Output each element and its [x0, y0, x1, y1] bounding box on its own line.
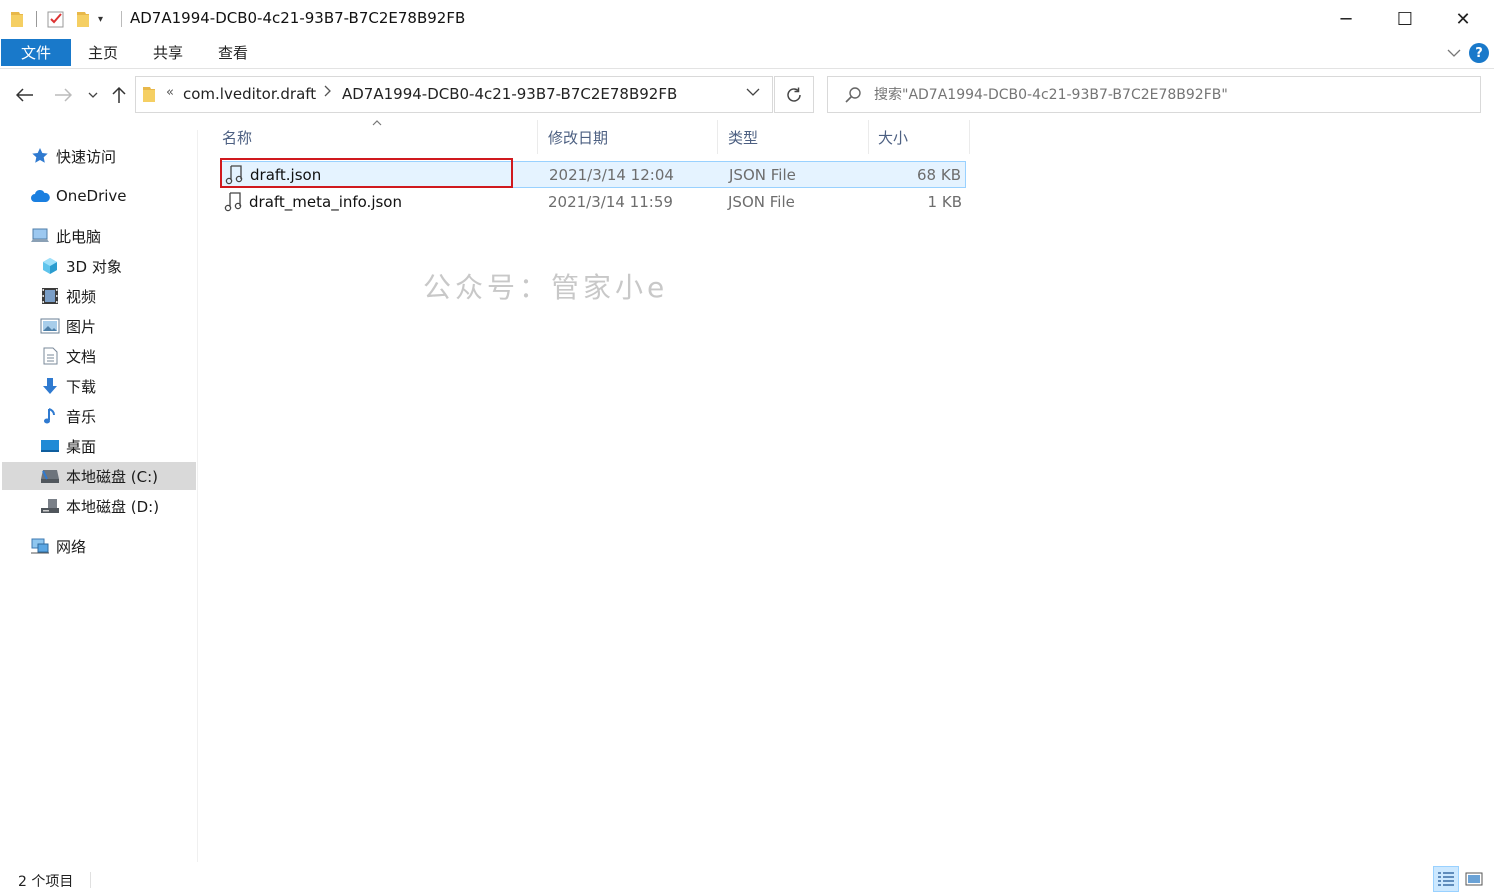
search-box[interactable] [827, 76, 1481, 113]
search-input[interactable] [874, 77, 1474, 112]
json-file-icon [224, 192, 242, 212]
nav-downloads[interactable]: 下载 [40, 372, 196, 400]
star-icon [30, 146, 50, 166]
document-icon [40, 346, 60, 366]
ribbon: 文件 主页 共享 查看 ? [0, 38, 1494, 69]
nav-label: 文档 [66, 347, 97, 366]
nav-quick-access[interactable]: 快速访问 [30, 142, 196, 170]
nav-local-disk-c[interactable]: 本地磁盘 (C:) [2, 462, 196, 490]
help-button[interactable]: ? [1469, 43, 1489, 63]
file-type: JSON File [728, 193, 795, 211]
column-header-date[interactable]: 修改日期 [542, 120, 718, 154]
nav-label: 网络 [56, 537, 87, 556]
cube-icon [40, 256, 60, 276]
file-size: 68 KB [917, 166, 961, 184]
search-icon [844, 86, 862, 104]
nav-label: 桌面 [66, 437, 97, 456]
breadcrumb-separator-icon[interactable] [324, 85, 332, 101]
properties-check-icon[interactable] [47, 8, 67, 30]
picture-icon [40, 316, 60, 336]
nav-onedrive[interactable]: OneDrive [30, 182, 196, 210]
annotation-highlight-box [220, 158, 513, 188]
nav-music[interactable]: 音乐 [40, 402, 196, 430]
nav-label: 图片 [66, 317, 97, 336]
breadcrumb-current-folder[interactable]: AD7A1994-DCB0-4c21-93B7-B7C2E78B92FB [342, 85, 677, 103]
nav-label: 视频 [66, 287, 97, 306]
file-name: draft_meta_info.json [249, 193, 402, 211]
up-arrow-icon[interactable] [106, 80, 132, 110]
expand-ribbon-chevron-icon[interactable] [1444, 43, 1464, 63]
address-folder-icon [142, 86, 156, 103]
nav-label: 此电脑 [56, 227, 102, 246]
title-divider [121, 11, 122, 27]
tab-share[interactable]: 共享 [142, 38, 194, 66]
address-bar[interactable]: « com.lveditor.draft AD7A1994-DCB0-4c21-… [135, 76, 773, 113]
nav-3d-objects[interactable]: 3D 对象 [40, 252, 196, 280]
file-type: JSON File [729, 166, 796, 184]
column-header-size[interactable]: 大小 [872, 120, 970, 154]
new-folder-icon[interactable] [76, 8, 92, 30]
cloud-icon [30, 186, 50, 206]
breadcrumb-overflow-icon[interactable]: « [166, 85, 174, 100]
window-title: AD7A1994-DCB0-4c21-93B7-B7C2E78B92FB [130, 9, 466, 27]
refresh-button[interactable] [774, 76, 814, 113]
customize-toolbar-dropdown-icon[interactable]: ▾ [98, 8, 112, 30]
breadcrumb-com-lveditor-draft[interactable]: com.lveditor.draft [183, 85, 316, 103]
nav-this-pc[interactable]: 此电脑 [30, 222, 196, 250]
tab-home[interactable]: 主页 [78, 38, 128, 66]
close-button[interactable]: ✕ [1434, 0, 1492, 38]
file-date: 2021/3/14 12:04 [549, 166, 674, 184]
refresh-icon [787, 87, 801, 102]
quick-access-folder-icon[interactable] [10, 8, 28, 30]
details-view-button[interactable] [1433, 866, 1459, 892]
details-view-icon [1438, 872, 1454, 886]
status-item-count: 2 个项目 [18, 874, 74, 890]
file-size: 1 KB [927, 193, 962, 211]
thumbnail-view-icon [1465, 872, 1483, 886]
watermark-text: 公众号：管家小e [423, 271, 669, 304]
back-arrow-icon[interactable] [12, 80, 38, 110]
nav-label: 下载 [66, 377, 97, 396]
maximize-button[interactable]: ☐ [1376, 0, 1434, 38]
quick-access-divider [36, 11, 37, 27]
nav-videos[interactable]: 视频 [40, 282, 196, 310]
navigation-pane: 快速访问 OneDrive 此电脑 3D 对象 视频 图片 文档 下载 音乐 桌… [0, 130, 198, 862]
column-header-name[interactable]: 名称 [216, 120, 538, 154]
nav-label: 3D 对象 [66, 257, 122, 276]
file-row-draft-meta-info-json[interactable]: draft_meta_info.json 2021/3/14 11:59 JSO… [220, 189, 966, 216]
forward-arrow-icon[interactable] [50, 80, 76, 110]
file-date: 2021/3/14 11:59 [548, 193, 673, 211]
drive-c-icon [40, 466, 60, 486]
nav-documents[interactable]: 文档 [40, 342, 196, 370]
desktop-icon [40, 436, 60, 456]
status-divider [90, 872, 91, 888]
minimize-button[interactable]: ─ [1317, 0, 1375, 38]
tab-file[interactable]: 文件 [1, 39, 71, 66]
nav-label: OneDrive [56, 187, 127, 205]
nav-network[interactable]: 网络 [30, 532, 196, 560]
download-arrow-icon [40, 376, 60, 396]
column-header-type[interactable]: 类型 [722, 120, 869, 154]
tab-view[interactable]: 查看 [208, 38, 258, 66]
nav-local-disk-d[interactable]: 本地磁盘 (D:) [40, 492, 196, 520]
film-icon [40, 286, 60, 306]
nav-label: 本地磁盘 (D:) [66, 497, 160, 516]
title-bar: ▾ AD7A1994-DCB0-4c21-93B7-B7C2E78B92FB ─… [0, 0, 1494, 38]
large-icons-view-button[interactable] [1461, 866, 1487, 892]
computer-icon [30, 226, 50, 246]
nav-label: 本地磁盘 (C:) [66, 467, 158, 486]
recent-locations-chevron-icon[interactable] [84, 80, 102, 110]
nav-label: 快速访问 [56, 147, 117, 166]
drive-d-icon [40, 496, 60, 516]
music-note-icon [40, 406, 60, 426]
nav-desktop[interactable]: 桌面 [40, 432, 196, 460]
nav-label: 音乐 [66, 407, 97, 426]
nav-pictures[interactable]: 图片 [40, 312, 196, 340]
address-history-chevron-icon[interactable] [746, 85, 760, 100]
network-icon [30, 536, 50, 556]
